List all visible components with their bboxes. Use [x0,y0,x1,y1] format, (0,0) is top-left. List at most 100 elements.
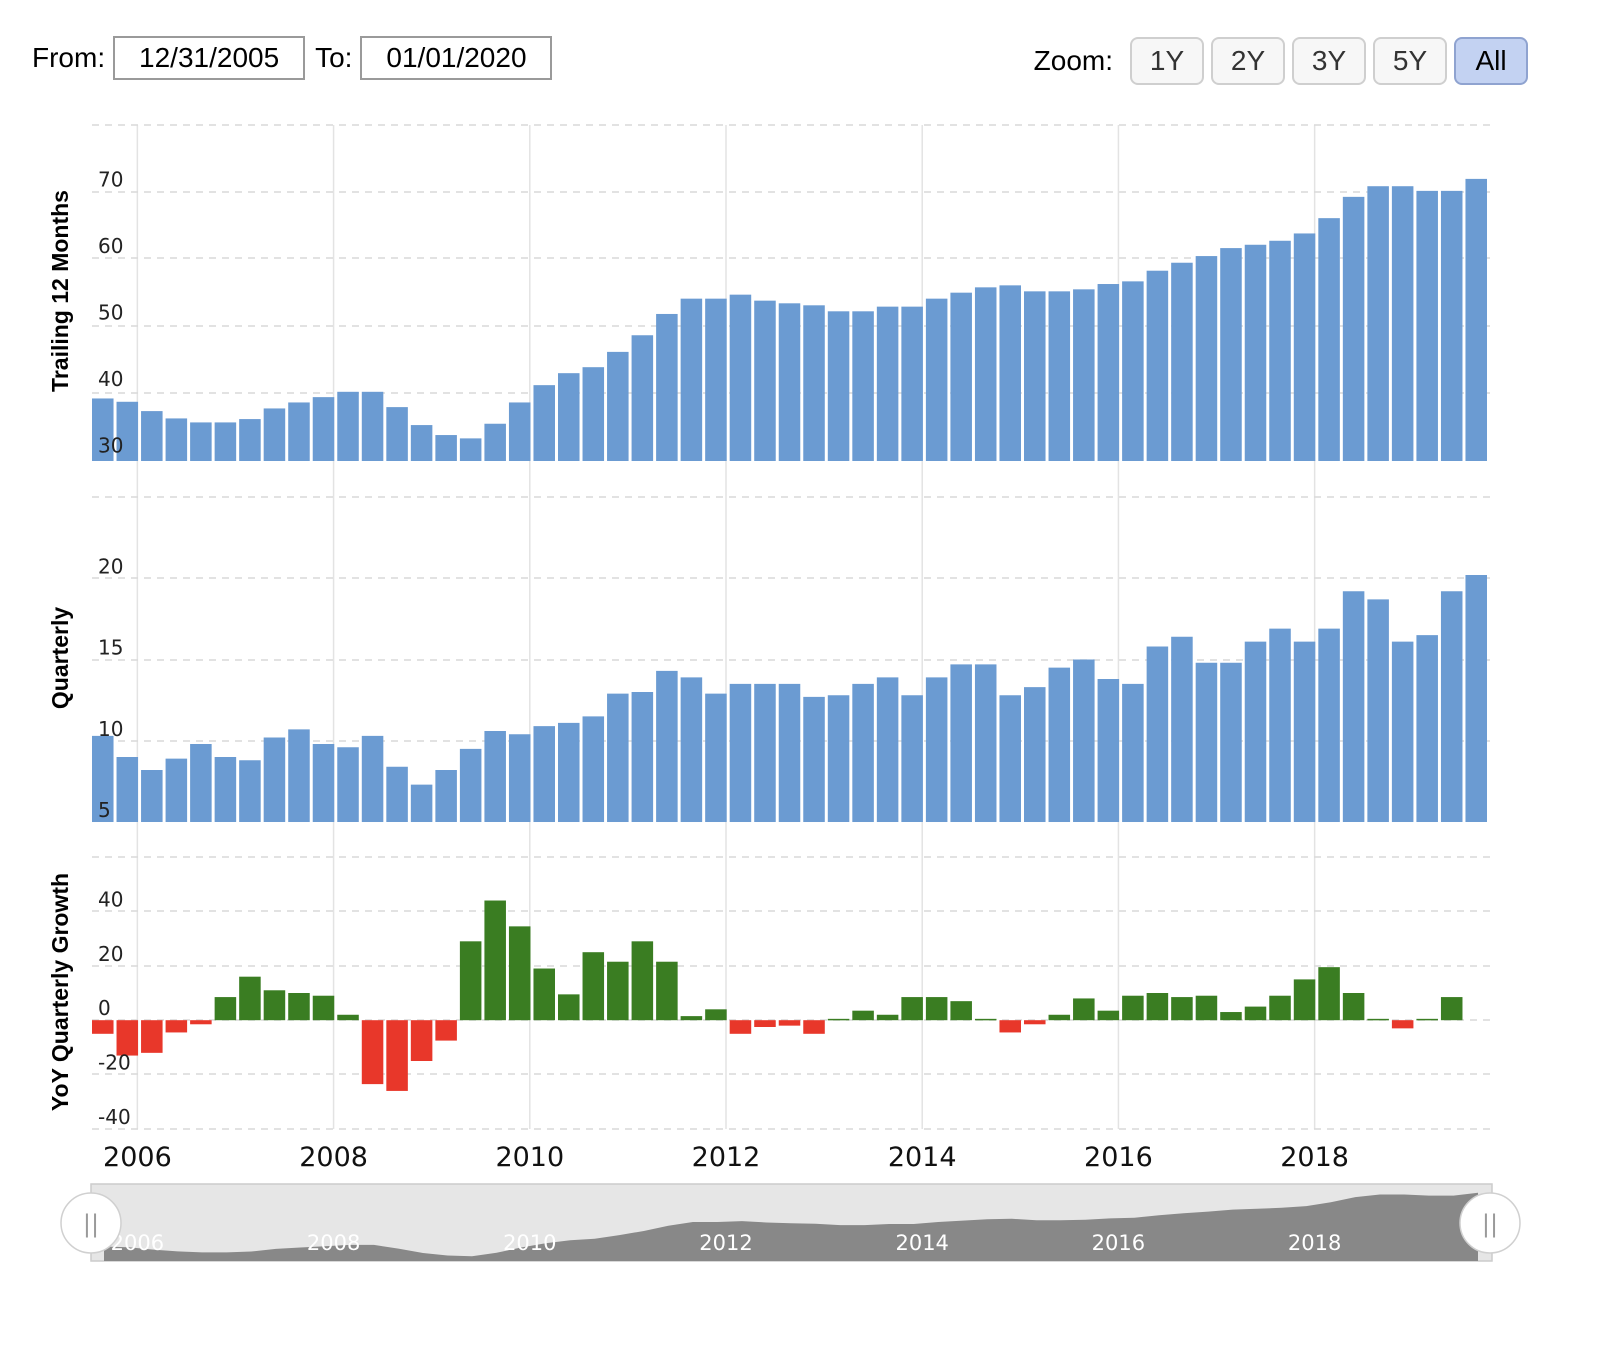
bar-panel3-q3[interactable] [141,1020,163,1053]
bar-panel2-q6[interactable] [214,757,237,822]
bar-panel1-q40[interactable] [1048,291,1071,461]
bar-panel1-q6[interactable] [214,422,237,461]
bar-panel3-q38[interactable] [999,1020,1021,1033]
bar-panel1-q16[interactable] [459,438,482,461]
bar-panel3-q32[interactable] [852,1010,874,1021]
bar-panel3-q10[interactable] [312,995,335,1021]
bar-panel1-q32[interactable] [852,311,874,461]
bar-panel3-q9[interactable] [288,993,310,1021]
bar-panel3-q26[interactable] [705,1009,727,1021]
bar-panel2-q3[interactable] [141,770,163,822]
bar-panel1-q10[interactable] [312,397,335,461]
bar-panel2-q25[interactable] [680,677,703,823]
bar-panel2-q56[interactable] [1440,591,1463,822]
bar-panel2-q28[interactable] [754,683,776,823]
bar-panel3-q22[interactable] [607,961,629,1021]
bar-panel2-q14[interactable] [410,784,433,823]
bar-panel1-q23[interactable] [631,335,654,461]
bar-panel2-q5[interactable] [190,744,212,822]
bar-panel3-q41[interactable] [1073,998,1095,1021]
bar-panel2-q18[interactable] [508,734,531,822]
bar-panel2-q27[interactable] [729,683,752,823]
bar-panel3-q39[interactable] [1024,1020,1046,1025]
bar-panel2-q8[interactable] [263,737,286,823]
bar-panel1-q28[interactable] [754,300,776,461]
bar-panel3-q1[interactable] [92,1020,114,1034]
bar-panel1-q25[interactable] [680,298,703,461]
bar-panel3-q35[interactable] [925,997,948,1021]
bar-panel2-q26[interactable] [705,693,727,823]
bar-panel2-q4[interactable] [165,758,188,823]
bar-panel1-q57[interactable] [1465,178,1487,461]
bar-panel3-q23[interactable] [631,941,654,1021]
bar-panel2-q34[interactable] [901,695,923,822]
bar-panel2-q12[interactable] [361,735,384,823]
bar-panel1-q37[interactable] [974,287,997,461]
bar-panel3-q16[interactable] [459,941,482,1021]
bar-panel1-q49[interactable] [1269,240,1291,461]
bar-panel2-q32[interactable] [852,683,874,823]
bar-panel2-q41[interactable] [1073,659,1095,823]
bar-panel2-q9[interactable] [288,729,310,823]
bar-panel3-q11[interactable] [337,1014,359,1021]
bar-panel3-q54[interactable] [1391,1020,1414,1029]
bar-panel1-q50[interactable] [1293,233,1316,461]
bar-panel1-q54[interactable] [1391,186,1414,461]
bar-panel3-q55[interactable] [1416,1018,1438,1021]
bar-panel2-q57[interactable] [1465,575,1487,822]
bar-panel3-q51[interactable] [1318,967,1340,1021]
bar-panel1-q46[interactable] [1195,256,1218,461]
bar-panel2-q21[interactable] [582,716,605,823]
bar-panel1-q42[interactable] [1097,284,1120,461]
bar-panel2-q49[interactable] [1269,628,1291,823]
bar-panel3-q42[interactable] [1097,1010,1120,1021]
bar-panel2-q24[interactable] [656,670,678,823]
bar-panel1-q20[interactable] [558,373,580,461]
bar-panel1-q9[interactable] [288,402,310,461]
bar-panel3-q13[interactable] [386,1020,408,1091]
bar-panel2-q37[interactable] [974,664,997,823]
bar-panel3-q20[interactable] [558,994,580,1021]
bar-panel2-q51[interactable] [1318,628,1340,823]
bar-panel2-q47[interactable] [1220,662,1242,822]
bar-panel1-q11[interactable] [337,391,359,461]
bar-panel1-q30[interactable] [803,305,825,461]
bar-panel1-q33[interactable] [876,306,899,461]
bar-panel1-q13[interactable] [386,407,408,461]
bar-panel2-q45[interactable] [1171,636,1193,822]
bar-panel2-q7[interactable] [239,760,261,822]
bar-panel2-q44[interactable] [1146,646,1169,823]
bar-panel3-q36[interactable] [950,1001,972,1021]
bar-panel2-q55[interactable] [1416,635,1438,823]
bar-panel1-q45[interactable] [1171,262,1193,461]
bar-panel1-q19[interactable] [533,385,555,461]
bar-panel2-q46[interactable] [1195,662,1218,822]
bar-panel2-q54[interactable] [1391,641,1414,823]
bar-panel1-q36[interactable] [950,292,972,461]
bar-panel1-q15[interactable] [435,435,457,461]
bar-panel1-q8[interactable] [263,408,286,461]
bar-panel3-q47[interactable] [1220,1012,1242,1021]
bar-panel2-q42[interactable] [1097,679,1120,822]
bar-panel1-q51[interactable] [1318,218,1340,461]
bar-panel1-q26[interactable] [705,298,727,461]
bar-panel2-q53[interactable] [1367,599,1389,823]
bar-panel1-q27[interactable] [729,294,752,461]
bar-panel2-q23[interactable] [631,692,654,822]
bar-panel2-q48[interactable] [1244,641,1267,823]
bar-panel2-q43[interactable] [1122,683,1144,823]
bar-panel3-q44[interactable] [1146,993,1169,1021]
bar-panel3-q30[interactable] [803,1020,825,1034]
bar-panel3-q12[interactable] [361,1020,384,1085]
bar-panel1-q14[interactable] [410,425,433,461]
bar-panel2-q35[interactable] [925,677,948,823]
bar-panel3-q31[interactable] [827,1018,850,1021]
bar-panel2-q2[interactable] [116,757,139,822]
bar-panel1-q3[interactable] [141,411,163,461]
bar-panel2-q36[interactable] [950,664,972,823]
bar-panel1-q5[interactable] [190,422,212,461]
bar-panel3-q27[interactable] [729,1020,752,1034]
bar-panel2-q38[interactable] [999,695,1021,822]
bar-panel1-q29[interactable] [778,303,801,461]
bar-panel3-q18[interactable] [508,926,531,1021]
